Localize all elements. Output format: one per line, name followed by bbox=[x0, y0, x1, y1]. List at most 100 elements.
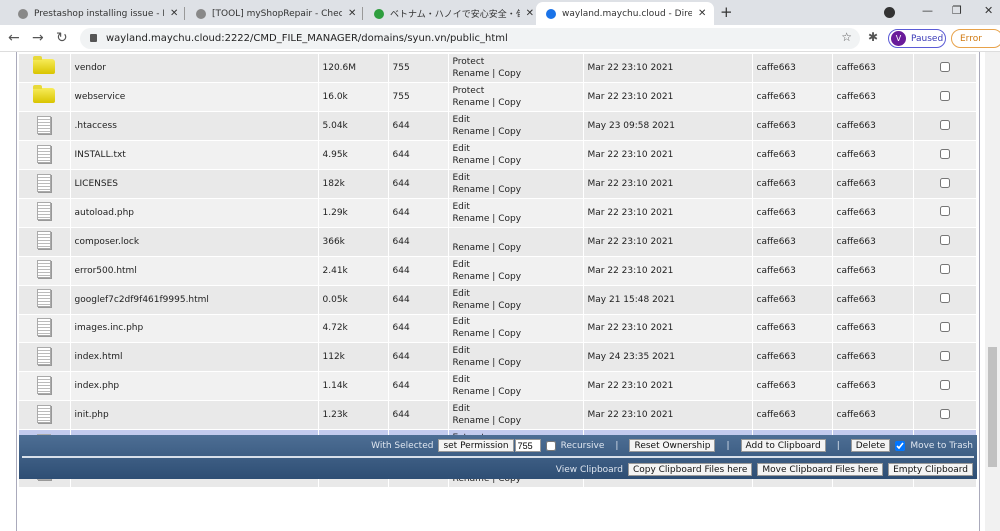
rename-link[interactable]: Rename bbox=[453, 301, 490, 311]
edit-link[interactable]: Edit bbox=[453, 346, 470, 356]
file-row[interactable]: error500.html 2.41k 644 Edit Rename | Cop… bbox=[19, 256, 977, 286]
file-row[interactable]: googlef7c2df9f461f9995.html 0.05k 644 Ed… bbox=[19, 285, 977, 315]
protect-link[interactable]: Protect bbox=[453, 57, 485, 67]
copy-link[interactable]: Copy bbox=[498, 69, 521, 79]
select-checkbox[interactable] bbox=[939, 61, 950, 72]
browser-tab[interactable]: Prestashop installing issue - Insta✕ bbox=[8, 2, 183, 25]
recursive-checkbox[interactable] bbox=[545, 440, 556, 451]
browser-tab[interactable]: ベトナム・ハノイで安心安全・旬の野菜✕ bbox=[364, 2, 534, 25]
copy-link[interactable]: Copy bbox=[498, 358, 521, 368]
rename-link[interactable]: Rename bbox=[453, 416, 490, 426]
file-name[interactable]: vendor bbox=[70, 54, 319, 84]
browser-tab[interactable]: [TOOL] myShopRepair - Check Pr✕ bbox=[186, 2, 361, 25]
copy-link[interactable]: Copy bbox=[498, 387, 521, 397]
file-row[interactable]: webservice 16.0k 755 Protect Rename | Cop… bbox=[19, 82, 977, 113]
copy-link[interactable]: Copy bbox=[498, 301, 521, 311]
reload-icon[interactable]: ↻ bbox=[56, 30, 68, 46]
scrollbar[interactable] bbox=[985, 52, 1000, 531]
copy-link[interactable]: Copy bbox=[498, 98, 521, 108]
file-row[interactable]: LICENSES 182k 644 Edit Rename | Copy Mar … bbox=[19, 169, 977, 199]
new-tab-icon[interactable]: + bbox=[720, 3, 733, 21]
browser-tab-active[interactable]: wayland.maychu.cloud - DirectAc✕ bbox=[536, 2, 714, 25]
rename-link[interactable]: Rename bbox=[453, 358, 490, 368]
file-row[interactable]: images.inc.php 4.72k 644 Edit Rename | Co… bbox=[19, 314, 977, 344]
edit-link[interactable]: Edit bbox=[453, 289, 470, 299]
rename-link[interactable]: Rename bbox=[453, 127, 490, 137]
edit-link[interactable]: Edit bbox=[453, 202, 470, 212]
rename-link[interactable]: Rename bbox=[453, 69, 490, 79]
select-checkbox[interactable] bbox=[939, 264, 950, 275]
close-tab-icon[interactable]: ✕ bbox=[698, 8, 706, 19]
file-row[interactable]: index.php 1.14k 644 Edit Rename | Copy Ma… bbox=[19, 371, 977, 402]
copy-link[interactable]: Copy bbox=[498, 329, 521, 339]
file-name[interactable]: INSTALL.txt bbox=[70, 140, 319, 171]
rename-link[interactable]: Rename bbox=[453, 156, 490, 166]
edit-link[interactable]: Edit bbox=[453, 260, 470, 270]
rename-link[interactable]: Rename bbox=[453, 98, 490, 108]
edit-link[interactable]: Edit bbox=[453, 173, 470, 183]
copy-link[interactable]: Copy bbox=[498, 243, 521, 253]
rename-link[interactable]: Rename bbox=[453, 185, 490, 195]
edit-link[interactable]: Edit bbox=[453, 375, 470, 385]
file-name[interactable]: LICENSES bbox=[70, 169, 319, 199]
rename-link[interactable]: Rename bbox=[453, 243, 490, 253]
reset-ownership-button[interactable]: Reset Ownership bbox=[629, 439, 716, 452]
close-tab-icon[interactable]: ✕ bbox=[170, 8, 178, 19]
select-checkbox[interactable] bbox=[939, 408, 950, 419]
move-clipboard-files-button[interactable]: Move Clipboard Files here bbox=[757, 463, 884, 476]
rename-link[interactable]: Rename bbox=[453, 329, 490, 339]
select-checkbox[interactable] bbox=[939, 119, 950, 130]
add-to-clipboard-button[interactable]: Add to Clipboard bbox=[740, 439, 826, 452]
minimize-icon[interactable]: — bbox=[922, 4, 933, 17]
bookmark-star-icon[interactable]: ☆ bbox=[841, 30, 852, 44]
file-row[interactable]: INSTALL.txt 4.95k 644 Edit Rename | Copy … bbox=[19, 140, 977, 171]
close-tab-icon[interactable]: ✕ bbox=[526, 8, 534, 19]
select-checkbox[interactable] bbox=[939, 206, 950, 217]
file-row[interactable]: vendor 120.6M 755 Protect Rename | Copy M… bbox=[19, 54, 977, 84]
rename-link[interactable]: Rename bbox=[453, 387, 490, 397]
protect-link[interactable]: Protect bbox=[453, 86, 485, 96]
delete-button[interactable]: Delete bbox=[850, 439, 891, 452]
file-name[interactable]: index.php bbox=[70, 371, 319, 402]
scrollbar-thumb[interactable] bbox=[988, 347, 997, 467]
file-name[interactable]: .htaccess bbox=[70, 111, 319, 142]
select-checkbox[interactable] bbox=[939, 235, 950, 246]
close-tab-icon[interactable]: ✕ bbox=[348, 8, 356, 19]
edit-link[interactable]: Edit bbox=[453, 115, 470, 125]
select-checkbox[interactable] bbox=[939, 321, 950, 332]
empty-clipboard-button[interactable]: Empty Clipboard bbox=[888, 463, 973, 476]
back-icon[interactable]: ← bbox=[8, 30, 20, 46]
select-checkbox[interactable] bbox=[939, 379, 950, 390]
rename-link[interactable]: Rename bbox=[453, 214, 490, 224]
address-bar[interactable]: wayland.maychu.cloud:2222/CMD_FILE_MANAG… bbox=[80, 28, 860, 49]
file-row[interactable]: init.php 1.23k 644 Edit Rename | Copy Mar… bbox=[19, 400, 977, 431]
copy-link[interactable]: Copy bbox=[498, 272, 521, 282]
copy-link[interactable]: Copy bbox=[498, 127, 521, 137]
copy-clipboard-files-button[interactable]: Copy Clipboard Files here bbox=[627, 463, 753, 476]
file-name[interactable]: init.php bbox=[70, 400, 319, 431]
rename-link[interactable]: Rename bbox=[453, 272, 490, 282]
restore-icon[interactable]: ❐ bbox=[952, 4, 962, 17]
extensions-icon[interactable]: ✱ bbox=[868, 30, 878, 44]
profile-menu-icon[interactable] bbox=[884, 7, 895, 18]
file-name[interactable]: webservice bbox=[70, 82, 319, 113]
file-row[interactable]: autoload.php 1.29k 644 Edit Rename | Copy… bbox=[19, 198, 977, 228]
forward-icon[interactable]: → bbox=[32, 30, 44, 46]
file-row[interactable]: index.html 112k 644 Edit Rename | Copy Ma… bbox=[19, 342, 977, 373]
select-checkbox[interactable] bbox=[939, 90, 950, 101]
close-window-icon[interactable]: ✕ bbox=[984, 4, 993, 17]
file-row[interactable]: .htaccess 5.04k 644 Edit Rename | Copy Ma… bbox=[19, 111, 977, 142]
edit-link[interactable]: Edit bbox=[453, 144, 470, 154]
select-checkbox[interactable] bbox=[939, 148, 950, 159]
error-button[interactable]: Error bbox=[951, 29, 1000, 48]
copy-link[interactable]: Copy bbox=[498, 214, 521, 224]
file-name[interactable]: error500.html bbox=[70, 256, 319, 286]
move-to-trash-checkbox[interactable] bbox=[895, 440, 906, 451]
permission-input[interactable] bbox=[514, 439, 541, 452]
file-name[interactable]: index.html bbox=[70, 342, 319, 373]
file-name[interactable]: composer.lock bbox=[70, 227, 319, 257]
set-permission-button[interactable]: set Permission bbox=[438, 439, 514, 452]
file-name[interactable]: googlef7c2df9f461f9995.html bbox=[70, 285, 319, 315]
copy-link[interactable]: Copy bbox=[498, 185, 521, 195]
edit-link[interactable]: Edit bbox=[453, 404, 470, 414]
